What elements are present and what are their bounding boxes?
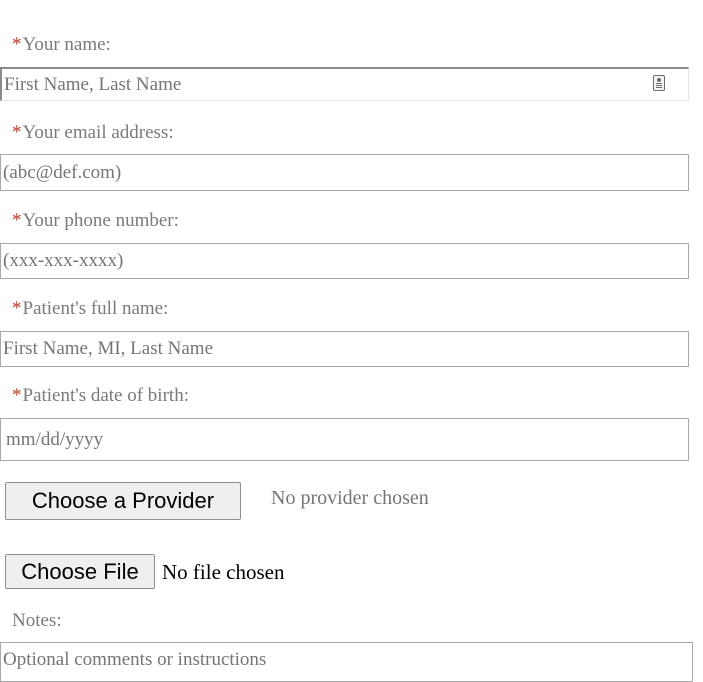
required-marker: * [12, 34, 22, 55]
patient-name-label-text: Patient's full name: [22, 298, 169, 319]
patient-name-input[interactable] [0, 331, 689, 367]
patient-dob-label: *Patient's date of birth: [12, 385, 189, 407]
email-label: *Your email address: [12, 122, 174, 144]
request-form: *Your name: *Your email address: *Your p… [0, 0, 703, 682]
choose-file-button[interactable]: Choose File [5, 554, 155, 589]
phone-label: *Your phone number: [12, 210, 179, 232]
required-marker: * [12, 298, 22, 319]
contact-card-icon[interactable] [653, 75, 665, 91]
name-label: *Your name: [12, 34, 111, 56]
provider-status: No provider chosen [271, 487, 429, 509]
required-marker: * [12, 385, 22, 406]
name-label-text: Your name: [22, 34, 111, 55]
required-marker: * [12, 210, 22, 231]
phone-label-text: Your phone number: [22, 210, 179, 231]
email-label-text: Your email address: [22, 122, 174, 143]
notes-textarea[interactable] [0, 642, 693, 682]
patient-name-label: *Patient's full name: [12, 298, 168, 320]
patient-dob-input[interactable] [0, 418, 689, 461]
email-input[interactable] [0, 154, 689, 191]
file-status: No file chosen [162, 560, 285, 584]
name-input[interactable] [0, 67, 689, 101]
required-marker: * [12, 122, 22, 143]
choose-provider-button[interactable]: Choose a Provider [5, 482, 241, 520]
phone-input[interactable] [0, 243, 689, 279]
notes-label: Notes: [12, 610, 62, 632]
patient-dob-label-text: Patient's date of birth: [22, 385, 189, 406]
notes-label-text: Notes: [12, 610, 62, 631]
